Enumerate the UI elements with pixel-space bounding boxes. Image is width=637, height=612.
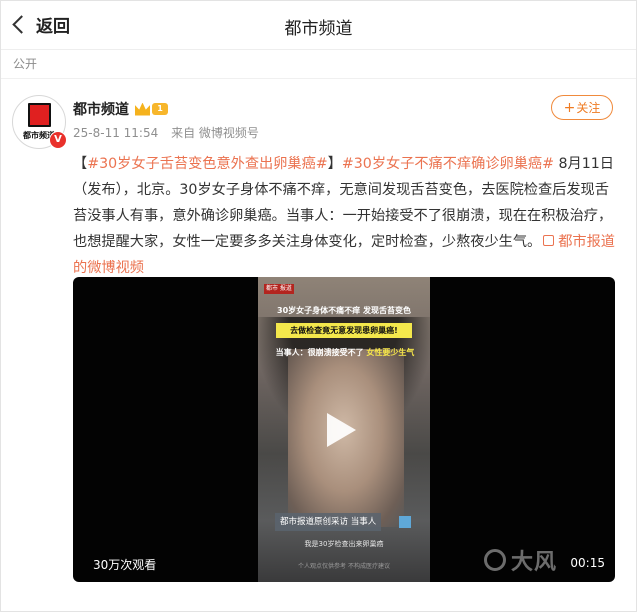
- video-link-icon: [543, 235, 555, 246]
- follow-label: 关注: [576, 101, 601, 115]
- author-name[interactable]: 都市频道: [73, 99, 129, 119]
- page-title: 都市频道: [284, 19, 353, 39]
- visibility-label: 公开: [13, 57, 38, 71]
- post-content: 【#30岁女子舌苔变色意外查出卵巢癌#】#30岁女子不痛不痒确诊卵巢癌# 8月1…: [73, 151, 617, 281]
- post-meta: 25-8-11 11:54 来自 微博视频号: [73, 124, 268, 141]
- verified-badge-icon: V: [49, 131, 67, 149]
- thumbnail-caption-6: 个人观点仅供参考 不构成医疗建议: [298, 563, 390, 570]
- post-date[interactable]: 25-8-11 11:54: [73, 126, 158, 140]
- thumbnail-caption-2: 去做检查竟无意发现患卵巢癌!: [276, 323, 412, 338]
- bracket-open: 【: [73, 156, 88, 172]
- channel-logo-icon: [28, 103, 51, 127]
- weibo-post-page: 返回 都市频道 公开 都市频道 V 都市频道 1 25-8-11 11:54 来…: [0, 0, 637, 612]
- post-source: 来自 微博视频号: [171, 126, 259, 140]
- watermark-icon: [484, 549, 506, 571]
- author-row: 都市频道 1: [73, 99, 168, 119]
- topic-tag-1[interactable]: #30岁女子舌苔变色意外查出卵巢癌#: [87, 156, 327, 172]
- thumbnail-caption-5: 我是30岁检查出来卵巢癌: [304, 540, 384, 548]
- top-navigation-bar: 返回 都市频道: [1, 1, 636, 50]
- video-duration: 00:15: [570, 556, 605, 570]
- video-player[interactable]: 都市 报道 30岁女子身体不痛不痒 发现舌苔变色 去做检查竟无意发现患卵巢癌! …: [73, 277, 615, 582]
- play-icon[interactable]: [327, 413, 356, 447]
- bracket-close: 】: [327, 156, 342, 172]
- thumbnail-caption-3: 当事人：很崩溃接受不了 女性要少生气: [264, 347, 426, 358]
- plus-icon: +: [563, 99, 576, 116]
- thumbnail-caption-3a: 当事人：很崩溃接受不了: [275, 348, 364, 357]
- thumbnail-caption-1: 30岁女子身体不痛不痒 发现舌苔变色: [277, 306, 411, 315]
- thumbnail-caption-3b: 女性要少生气: [366, 348, 415, 357]
- vip-badge[interactable]: 1: [135, 102, 168, 116]
- watermark-text: 大风: [511, 550, 558, 575]
- topic-tag-2[interactable]: #30岁女子不痛不痒确诊卵巢癌#: [342, 156, 554, 172]
- divider: [1, 78, 636, 79]
- crown-icon: [135, 102, 150, 116]
- follow-button[interactable]: + 关注: [551, 95, 613, 120]
- thumbnail-caption-4: 都市报道原创采访 当事人: [275, 513, 382, 531]
- view-count: 30万次观看: [93, 558, 157, 572]
- vip-level: 1: [152, 103, 168, 115]
- thumbnail-mark-icon: [399, 516, 411, 528]
- watermark-logo: 大风: [484, 544, 557, 576]
- thumbnail-source-badge: 都市 报道: [264, 284, 294, 294]
